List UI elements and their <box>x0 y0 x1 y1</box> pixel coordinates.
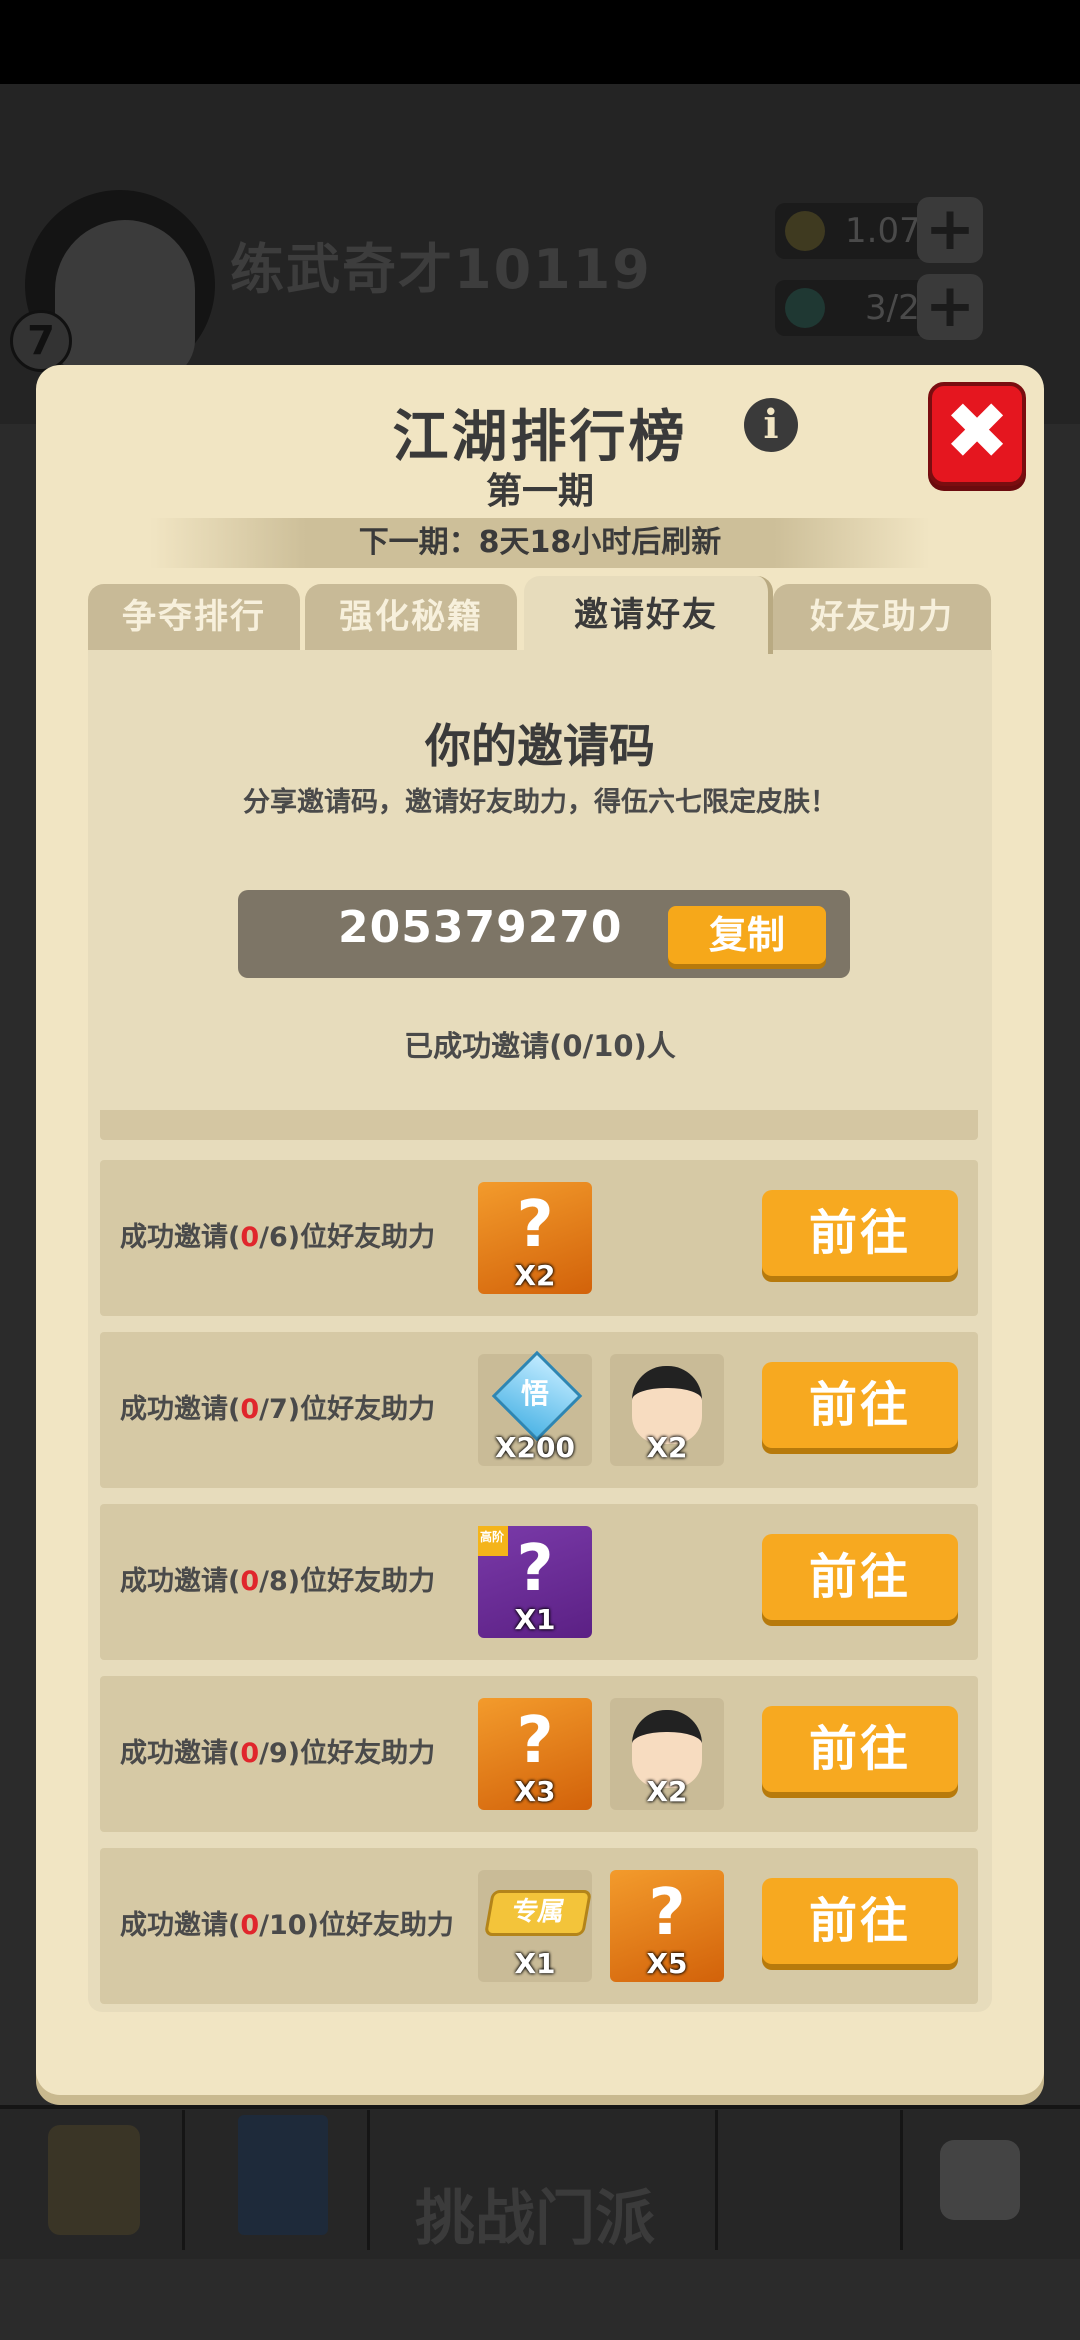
gold-resource: 1.07K + <box>775 197 983 263</box>
task-prefix: 成功邀请( <box>120 1738 241 1769</box>
task-label: 成功邀请(0/7)位好友助力 <box>120 1332 435 1488</box>
season-subtitle: 第一期 <box>485 471 594 512</box>
reward-qty: X1 <box>514 1947 556 1980</box>
task-suffix: /10)位好友助力 <box>259 1910 454 1941</box>
invite-task-row: 成功邀请(0/7)位好友助力 悟 X200 X2 前往 <box>100 1332 978 1488</box>
reward-qty: X1 <box>514 1603 556 1636</box>
reward-item[interactable]: ? X2 <box>478 1182 592 1294</box>
tab-competition-ranking[interactable]: 争夺排行 <box>88 584 300 650</box>
modal-title: 江湖排行榜 <box>392 405 688 470</box>
mystery-outfit-icon: ? <box>516 1188 554 1262</box>
reward-item[interactable]: 专属 X1 <box>478 1870 593 1982</box>
invited-count: 已成功邀请(0/10)人 <box>404 1029 676 1063</box>
task-label: 成功邀请(0/10)位好友助力 <box>120 1848 454 2004</box>
task-label: 成功邀请(0/8)位好友助力 <box>120 1504 435 1660</box>
player-name: 练武奇才10119 <box>230 238 652 301</box>
task-suffix: /9)位好友助力 <box>259 1738 436 1769</box>
level-badge: 7 <box>10 310 72 372</box>
mystery-advanced-icon: ? <box>516 1532 554 1606</box>
go-button[interactable]: 前往 <box>762 1706 958 1792</box>
task-suffix: /6)位好友助力 <box>259 1222 436 1253</box>
task-progress: 0 <box>240 1566 260 1597</box>
refresh-countdown: 下一期：8天18小时后刷新 <box>150 518 930 568</box>
invite-code: 205379270 <box>338 902 623 953</box>
add-gold-button: + <box>917 197 983 263</box>
copy-button[interactable]: 复制 <box>668 906 826 964</box>
task-prefix: 成功邀请( <box>120 1222 241 1253</box>
task-progress: 0 <box>240 1910 260 1941</box>
invite-task-row: 成功邀请(0/6)位好友助力 ? X2 前往 <box>100 1160 978 1316</box>
reward-qty: X2 <box>646 1431 688 1464</box>
reward-item[interactable]: ? X5 <box>610 1870 724 1982</box>
invite-task-row: 成功邀请(0/8)位好友助力 高阶 ? X1 前往 <box>100 1504 978 1660</box>
invite-task-row: 成功邀请(0/9)位好友助力 ? X3 X2 前往 <box>100 1676 978 1832</box>
reward-item[interactable]: X2 <box>610 1354 724 1466</box>
status-bar <box>0 0 1080 84</box>
reward-qty: X2 <box>646 1775 688 1808</box>
task-suffix: /8)位好友助力 <box>259 1566 436 1597</box>
reward-item[interactable]: X2 <box>610 1698 724 1810</box>
reward-item[interactable]: 悟 X200 <box>478 1350 592 1466</box>
go-button[interactable]: 前往 <box>762 1878 958 1964</box>
nav-challenge-sect: 挑战门派 <box>415 2184 655 2254</box>
cultivation-book-icon <box>238 2115 328 2235</box>
lock-icon <box>940 2140 1020 2220</box>
task-progress: 0 <box>240 1394 260 1425</box>
reward-item[interactable]: ? X3 <box>478 1698 592 1810</box>
info-icon[interactable]: i <box>744 398 798 452</box>
mystery-outfit-icon: ? <box>648 1876 686 1950</box>
task-prefix: 成功邀请( <box>120 1566 241 1597</box>
mystery-outfit-icon: ? <box>516 1704 554 1778</box>
gem-resource: 3/20 + <box>775 274 983 340</box>
nav-armory <box>715 2110 903 2250</box>
task-progress: 0 <box>240 1738 260 1769</box>
task-suffix: /7)位好友助力 <box>259 1394 436 1425</box>
task-prefix: 成功邀请( <box>120 1910 241 1941</box>
tab-friend-assist[interactable]: 好友助力 <box>773 584 991 650</box>
avatar-face-icon <box>55 220 195 380</box>
gem-icon <box>785 288 825 328</box>
task-label: 成功邀请(0/6)位好友助力 <box>120 1160 435 1316</box>
exclusive-badge-icon: 专属 <box>483 1890 593 1936</box>
tab-invite-friends[interactable]: 邀请好友 <box>524 576 773 654</box>
reward-qty: X2 <box>514 1259 556 1292</box>
add-gem-button: + <box>917 274 983 340</box>
clipped-row <box>100 1110 978 1140</box>
invite-description: 分享邀请码，邀请好友助力，得伍六七限定皮肤！ <box>243 787 837 818</box>
task-progress: 0 <box>240 1222 260 1253</box>
reward-item[interactable]: 高阶 ? X1 <box>478 1526 592 1638</box>
tab-enhance-manual[interactable]: 强化秘籍 <box>305 584 517 650</box>
reward-qty: X3 <box>514 1775 556 1808</box>
task-prefix: 成功邀请( <box>120 1394 241 1425</box>
go-button[interactable]: 前往 <box>762 1190 958 1276</box>
gem-label: 悟 <box>520 1377 549 1410</box>
close-button[interactable]: ✖ <box>928 382 1026 486</box>
invite-code-heading: 你的邀请码 <box>425 719 655 773</box>
task-list-top-edge <box>100 1110 980 1144</box>
task-scroll-icon <box>48 2125 140 2235</box>
go-button[interactable]: 前往 <box>762 1362 958 1448</box>
coin-icon <box>785 211 825 251</box>
task-label: 成功邀请(0/9)位好友助力 <box>120 1676 435 1832</box>
go-button[interactable]: 前往 <box>762 1534 958 1620</box>
reward-qty: X200 <box>494 1431 576 1464</box>
reward-qty: X5 <box>646 1947 688 1980</box>
invite-task-row: 成功邀请(0/10)位好友助力 专属 X1 ? X5 前往 <box>100 1848 978 2004</box>
